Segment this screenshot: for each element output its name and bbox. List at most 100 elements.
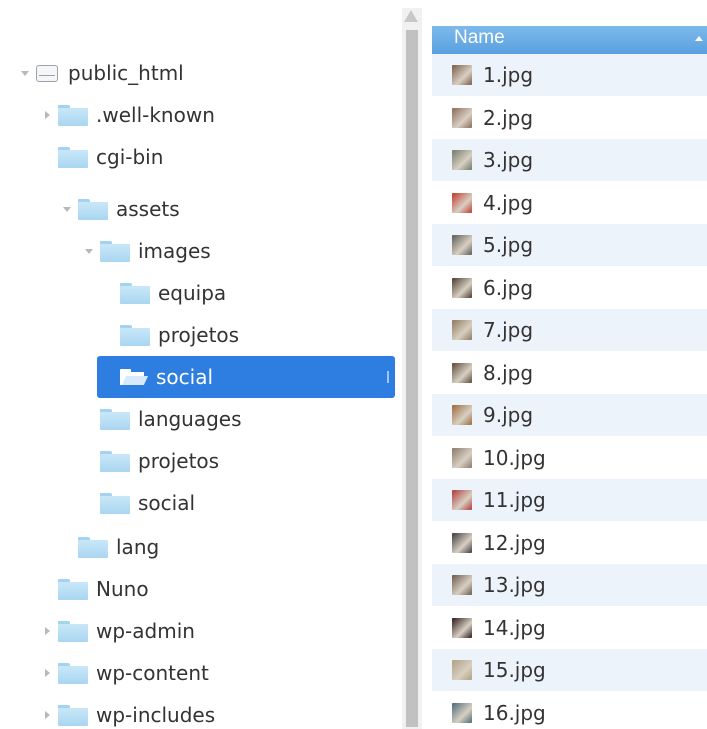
file-name: 1.jpg <box>483 63 534 87</box>
tree-node-label: projetos <box>138 449 220 473</box>
file-row[interactable]: 7.jpg <box>432 309 707 351</box>
resize-grip <box>387 371 389 383</box>
file-name: 12.jpg <box>483 530 546 555</box>
tree-node-lang[interactable]: lang <box>62 530 159 564</box>
folder-icon <box>78 198 108 220</box>
folder-icon <box>58 146 88 168</box>
tree-node-label: wp-includes <box>96 703 216 727</box>
tree-node-images-social[interactable]: social <box>104 360 213 394</box>
image-thumbnail-icon <box>452 702 472 723</box>
tree-node-label: lang <box>116 535 160 559</box>
image-thumbnail-icon <box>452 362 472 383</box>
column-header-label: Name <box>454 27 505 48</box>
file-row[interactable]: 9.jpg <box>432 394 707 436</box>
folder-icon <box>58 620 88 642</box>
folder-icon <box>58 662 88 684</box>
file-row[interactable]: 13.jpg <box>432 564 707 606</box>
collapse-arrow-icon[interactable] <box>62 204 72 214</box>
tree-node-equipa[interactable]: equipa <box>104 276 226 310</box>
tree-node-assets[interactable]: assets <box>62 192 180 226</box>
file-row[interactable]: 2.jpg <box>432 97 707 139</box>
scroll-up-arrow-icon[interactable] <box>404 10 418 22</box>
tree-node-public-html[interactable]: public_html <box>20 56 184 90</box>
tree-node-wp-includes[interactable]: wp-includes <box>42 698 215 729</box>
scrollbar-thumb[interactable] <box>406 30 418 727</box>
open-folder-icon <box>120 369 149 385</box>
image-thumbnail-icon <box>452 320 472 340</box>
tree-node-label: wp-content <box>96 661 209 685</box>
tree-node-languages[interactable]: languages <box>84 402 242 436</box>
pane-divider[interactable] <box>424 0 432 729</box>
file-name: 15.jpg <box>483 658 546 682</box>
file-name: 10.jpg <box>483 445 546 470</box>
tree-node-nuno[interactable]: Nuno <box>42 572 149 606</box>
file-name: 3.jpg <box>483 148 534 172</box>
file-row[interactable]: 1.jpg <box>432 54 707 96</box>
file-name: 16.jpg <box>483 700 546 725</box>
file-row[interactable]: 8.jpg <box>432 352 707 394</box>
tree-node-assets-projetos[interactable]: projetos <box>84 444 219 478</box>
tree-node-wp-content[interactable]: wp-content <box>42 656 209 690</box>
folder-icon <box>78 536 108 558</box>
image-thumbnail-icon <box>452 65 472 85</box>
folder-icon <box>58 578 88 600</box>
image-thumbnail-icon <box>452 405 472 425</box>
file-row[interactable]: 15.jpg <box>432 649 707 691</box>
tree-node-images[interactable]: images <box>84 234 211 268</box>
image-thumbnail-icon <box>452 192 472 213</box>
expand-arrow-icon[interactable] <box>42 710 52 720</box>
tree-node-cgi-bin[interactable]: cgi-bin <box>42 140 163 174</box>
tree-node-label: social <box>156 365 214 389</box>
expand-arrow-icon[interactable] <box>42 626 52 636</box>
tree-node-well-known[interactable]: .well-known <box>42 98 215 132</box>
file-name: 8.jpg <box>483 360 534 385</box>
file-row[interactable]: 14.jpg <box>432 607 707 649</box>
folder-icon <box>100 240 130 262</box>
collapse-arrow-icon[interactable] <box>20 68 30 78</box>
image-thumbnail-icon <box>452 575 472 595</box>
image-thumbnail-icon <box>452 277 472 298</box>
tree-node-label: wp-admin <box>96 619 195 643</box>
tree-node-images-projetos[interactable]: projetos <box>104 318 239 352</box>
file-row[interactable]: 12.jpg <box>432 522 707 564</box>
folder-tree: public_html .well-known cgi-bin assets i… <box>0 0 424 729</box>
file-row[interactable]: 3.jpg <box>432 139 707 181</box>
image-thumbnail-icon <box>452 660 472 680</box>
column-header-name[interactable]: Name <box>432 26 707 54</box>
file-name: 13.jpg <box>483 573 546 597</box>
file-name: 6.jpg <box>483 275 534 300</box>
image-thumbnail-icon <box>452 490 472 510</box>
file-row[interactable]: 10.jpg <box>432 437 707 479</box>
folder-icon <box>100 450 130 472</box>
folder-icon <box>100 492 130 514</box>
image-thumbnail-icon <box>452 617 472 638</box>
file-row[interactable]: 11.jpg <box>432 479 707 521</box>
folder-icon <box>120 324 150 346</box>
collapse-arrow-icon[interactable] <box>84 246 94 256</box>
expand-arrow-icon[interactable] <box>42 110 52 120</box>
tree-node-wp-admin[interactable]: wp-admin <box>42 614 195 648</box>
file-name: 5.jpg <box>483 233 534 257</box>
sort-ascending-icon <box>695 36 703 41</box>
image-thumbnail-icon <box>452 532 472 553</box>
tree-node-label: images <box>138 239 211 263</box>
file-row[interactable]: 6.jpg <box>432 267 707 309</box>
file-row[interactable]: 16.jpg <box>432 692 707 729</box>
tree-node-label: public_html <box>68 61 184 85</box>
file-row[interactable]: 5.jpg <box>432 224 707 266</box>
image-thumbnail-icon <box>452 150 472 170</box>
folder-icon <box>58 104 88 126</box>
tree-node-label: assets <box>116 197 180 221</box>
file-list: Name 1.jpg 2.jpg 3.jpg 4.jpg 5.jpg 6.jpg 7.jpg… <box>432 0 707 729</box>
file-row[interactable]: 4.jpg <box>432 182 707 224</box>
file-name: 4.jpg <box>483 190 534 215</box>
tree-node-label: cgi-bin <box>96 145 164 169</box>
tree-node-label: social <box>138 491 196 515</box>
tree-node-label: .well-known <box>96 103 215 127</box>
file-name: 2.jpg <box>483 105 534 130</box>
tree-node-assets-social[interactable]: social <box>84 486 195 520</box>
file-name: 14.jpg <box>483 615 546 640</box>
expand-arrow-icon[interactable] <box>42 668 52 678</box>
tree-node-label: Nuno <box>96 577 149 601</box>
image-thumbnail-icon <box>452 235 472 255</box>
